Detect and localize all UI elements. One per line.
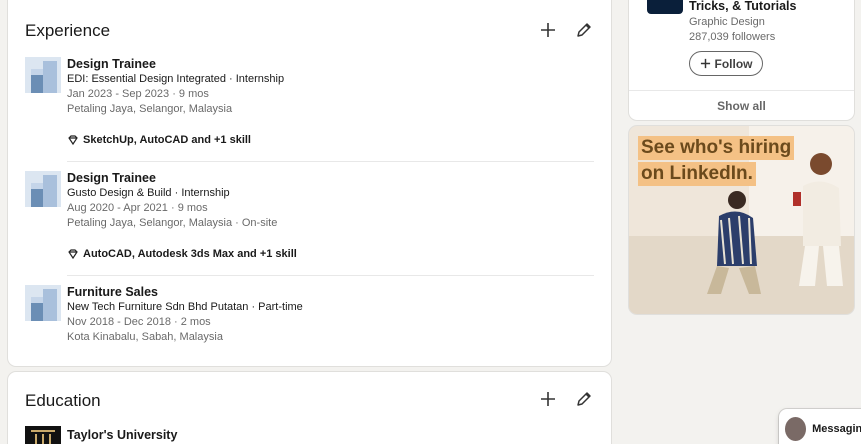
company-logo	[25, 285, 61, 321]
experience-dates: Nov 2018 - Dec 2018 · 2 mos	[67, 316, 211, 328]
company-logo	[25, 171, 61, 207]
plus-icon	[700, 58, 710, 69]
ad-line-1: See who's hiring	[638, 136, 795, 160]
experience-company: New Tech Furniture Sdn Bhd Putatan · Par…	[67, 301, 303, 313]
messaging-label: Messaging	[812, 423, 861, 435]
add-education-button[interactable]	[536, 387, 560, 411]
experience-skills[interactable]: SketchUp, AutoCAD and +1 skill	[67, 134, 251, 146]
follow-recommendation: Tricks, & Tutorials Graphic Design 287,0…	[629, 0, 854, 120]
school-name[interactable]: Taylor's University	[67, 428, 177, 443]
experience-location: Petaling Jaya, Selangor, Malaysia · On-s…	[67, 217, 278, 229]
school-logo	[25, 426, 61, 444]
hiring-ad[interactable]: See who's hiring on LinkedIn.	[629, 126, 854, 314]
skills-label: SketchUp, AutoCAD and +1 skill	[83, 134, 251, 146]
avatar	[785, 417, 807, 441]
plus-icon	[541, 392, 555, 406]
follow-label: Follow	[714, 56, 753, 71]
show-all-button[interactable]: Show all	[629, 90, 854, 120]
diamond-icon	[68, 135, 78, 146]
person-illustration	[793, 153, 843, 286]
plus-icon	[541, 23, 555, 37]
page-name[interactable]: Tricks, & Tutorials	[689, 0, 796, 13]
add-experience-button[interactable]	[536, 18, 560, 42]
pillar-icon	[31, 430, 55, 444]
company-logo	[25, 57, 61, 93]
follow-button[interactable]: Follow	[689, 51, 763, 76]
experience-item[interactable]: Design Trainee EDI: Essential Design Int…	[25, 57, 595, 157]
pencil-icon	[577, 23, 591, 37]
experience-item[interactable]: Furniture Sales New Tech Furniture Sdn B…	[25, 285, 595, 349]
skills-label: AutoCAD, Autodesk 3ds Max and +1 skill	[83, 248, 297, 260]
ad-headline: See who's hiring on LinkedIn.	[638, 136, 795, 188]
experience-dates: Aug 2020 - Apr 2021 · 9 mos	[67, 202, 208, 214]
ad-line-2: on LinkedIn.	[638, 162, 756, 186]
education-title: Education	[25, 391, 101, 410]
divider	[67, 275, 594, 276]
experience-skills[interactable]: AutoCAD, Autodesk 3ds Max and +1 skill	[67, 248, 297, 260]
experience-title: Experience	[25, 21, 111, 40]
edit-education-button[interactable]	[572, 387, 596, 411]
experience-role: Furniture Sales	[67, 285, 158, 299]
person-illustration	[707, 191, 761, 294]
edit-experience-button[interactable]	[572, 18, 596, 42]
experience-location: Kota Kinabalu, Sabah, Malaysia	[67, 331, 223, 343]
experience-section: Experience Design Trainee EDI: Essential…	[8, 0, 611, 366]
experience-company: EDI: Essential Design Integrated · Inter…	[67, 73, 285, 85]
messaging-bar[interactable]: Messaging	[779, 409, 861, 444]
page-followers: 287,039 followers	[689, 31, 776, 43]
divider	[67, 161, 594, 162]
education-section: Education Taylor's University	[8, 372, 611, 444]
page-logo	[647, 0, 683, 14]
diamond-icon	[68, 249, 78, 260]
experience-company: Gusto Design & Build · Internship	[67, 187, 230, 199]
pencil-icon	[577, 392, 591, 406]
experience-dates: Jan 2023 - Sep 2023 · 9 mos	[67, 88, 209, 100]
experience-item[interactable]: Design Trainee Gusto Design & Build · In…	[25, 171, 595, 271]
experience-location: Petaling Jaya, Selangor, Malaysia	[67, 103, 233, 115]
page-category: Graphic Design	[689, 16, 765, 28]
experience-role: Design Trainee	[67, 57, 156, 71]
experience-role: Design Trainee	[67, 171, 156, 185]
